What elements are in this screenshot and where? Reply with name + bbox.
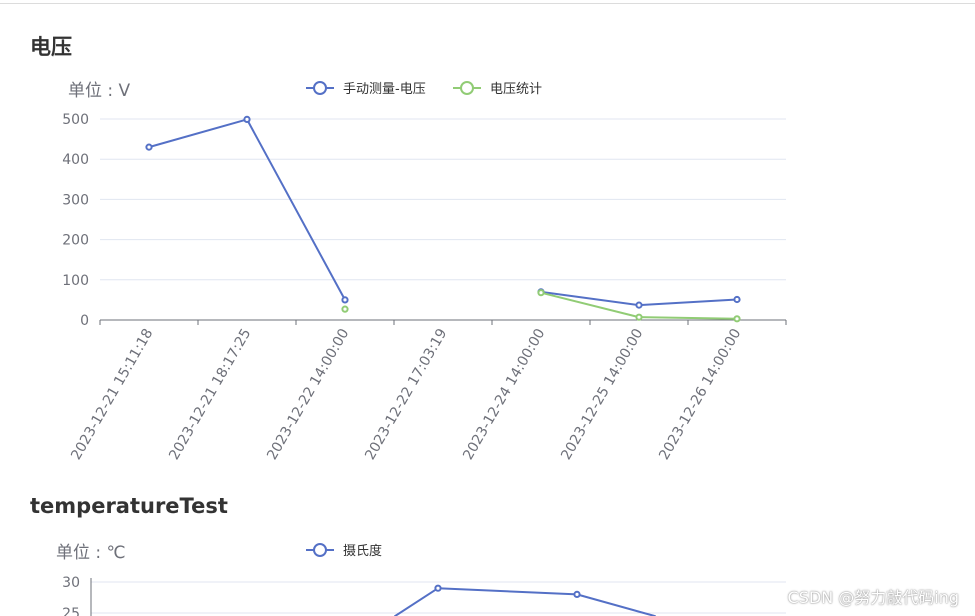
watermark: CSDN @努力敲代码ing xyxy=(787,588,959,607)
series-layer xyxy=(394,584,656,616)
legend-circle-icon xyxy=(313,543,327,557)
y-tick-label: 25 xyxy=(62,606,80,616)
data-point xyxy=(573,590,581,599)
series-line-segment xyxy=(394,587,439,616)
series-line-segment xyxy=(437,587,578,596)
y-axis-tick-labels: 25 30 xyxy=(62,575,80,616)
data-point xyxy=(434,584,442,592)
legend-temperature: 摄氏度 xyxy=(306,543,382,559)
temperature-chart: 单位 : ℃ 摄氏度 25 30 xyxy=(56,543,786,616)
y-axis-unit-temperature: 单位 : ℃ xyxy=(56,543,126,563)
grid-lines xyxy=(90,578,786,616)
series-1 xyxy=(394,584,656,616)
y-tick-label: 30 xyxy=(62,575,80,591)
legend-label-celsius: 摄氏度 xyxy=(343,543,382,559)
legend-item-celsius[interactable]: 摄氏度 xyxy=(306,543,382,559)
